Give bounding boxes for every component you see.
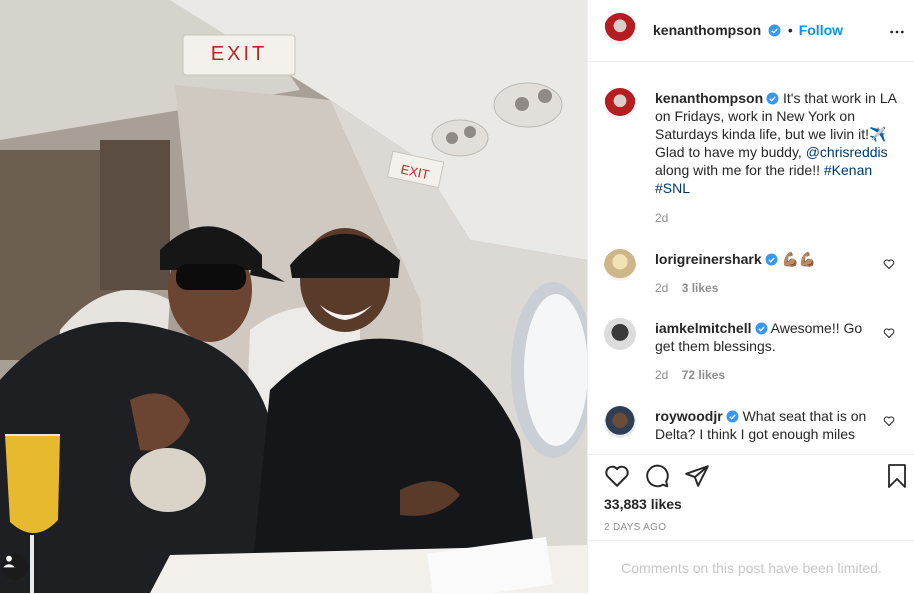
caption-avatar[interactable] [604, 88, 636, 120]
airplane-emoji: ✈️ [869, 126, 887, 142]
comment-item: roywoodjr What seat that is on Delta? I … [655, 407, 870, 443]
caption-age[interactable]: 2d [655, 209, 900, 227]
author-avatar[interactable] [604, 13, 636, 45]
post-photo[interactable]: EXIT EXIT [0, 0, 587, 593]
comment-text: 💪🏽💪🏽 [781, 251, 817, 267]
comment-likes[interactable]: 3 likes [682, 281, 719, 295]
comment-like-heart-icon[interactable] [883, 415, 895, 427]
verified-badge-icon [768, 24, 781, 37]
comment-username[interactable]: roywoodjr [655, 408, 723, 424]
exit-sign-top: EXIT [211, 43, 267, 65]
post-timestamp[interactable]: 2 DAYS AGO [604, 522, 666, 533]
comment-username[interactable]: lorigreinershark [655, 251, 762, 267]
post-details-panel: kenanthompson • Follow kenanthompson It'… [587, 0, 914, 593]
comment-icon[interactable] [644, 463, 670, 489]
comment-username[interactable]: iamkelmitchell [655, 320, 752, 336]
header-user-line: kenanthompson • Follow [653, 21, 843, 39]
header-username[interactable]: kenanthompson [653, 22, 761, 38]
verified-badge-icon [755, 322, 767, 335]
comment-avatar[interactable] [604, 249, 636, 281]
caption-text-2: Glad to have my buddy, [655, 144, 802, 160]
post-header: kenanthompson • Follow [588, 0, 914, 62]
comment-avatar[interactable] [604, 318, 636, 350]
more-options-icon[interactable] [889, 24, 905, 40]
comment-meta: 2d 3 likes [655, 279, 870, 297]
comment-age[interactable]: 2d [655, 281, 668, 295]
mention-link[interactable]: @chrisreddis [806, 144, 888, 160]
comment-like-heart-icon[interactable] [883, 327, 895, 339]
tagged-user-icon[interactable] [2, 554, 28, 580]
caption-username[interactable]: kenanthompson [655, 90, 763, 106]
comments-scroll-area[interactable]: kenanthompson It's that work in LA on Fr… [588, 62, 914, 454]
heart-icon[interactable] [604, 463, 630, 489]
follow-button[interactable]: Follow [799, 22, 843, 38]
likes-count[interactable]: 33,883 likes [604, 496, 682, 512]
caption-text-3: along with me for the ride!! [655, 162, 820, 178]
comment-meta: 2d 72 likes [655, 366, 870, 384]
verified-badge-icon [726, 410, 739, 423]
hashtag-snl-link[interactable]: #SNL [655, 180, 690, 196]
verified-badge-icon [766, 92, 779, 105]
comment-likes[interactable]: 72 likes [682, 368, 725, 382]
comments-limited-notice: Comments on this post have been limited. [588, 540, 914, 594]
person-icon [3, 555, 15, 568]
comment-item: lorigreinershark 💪🏽💪🏽 2d 3 likes [655, 250, 870, 297]
instagram-post-view: EXIT EXIT kenanthompson • Follow kenanth… [0, 0, 914, 593]
header-separator: • [787, 22, 793, 38]
paper-plane-icon[interactable] [684, 463, 710, 489]
photo-illustration: EXIT EXIT [0, 0, 587, 593]
verified-badge-icon [765, 253, 778, 266]
post-actions: 33,883 likes 2 DAYS AGO [588, 454, 914, 541]
comment-item: iamkelmitchell Awesome!! Go get them ble… [655, 319, 870, 384]
caption: kenanthompson It's that work in LA on Fr… [655, 89, 900, 227]
comment-avatar[interactable] [604, 406, 636, 438]
comment-like-heart-icon[interactable] [883, 258, 895, 270]
comment-age[interactable]: 2d [655, 368, 668, 382]
hashtag-kenan-link[interactable]: #Kenan [824, 162, 872, 178]
bookmark-icon[interactable] [885, 463, 909, 489]
